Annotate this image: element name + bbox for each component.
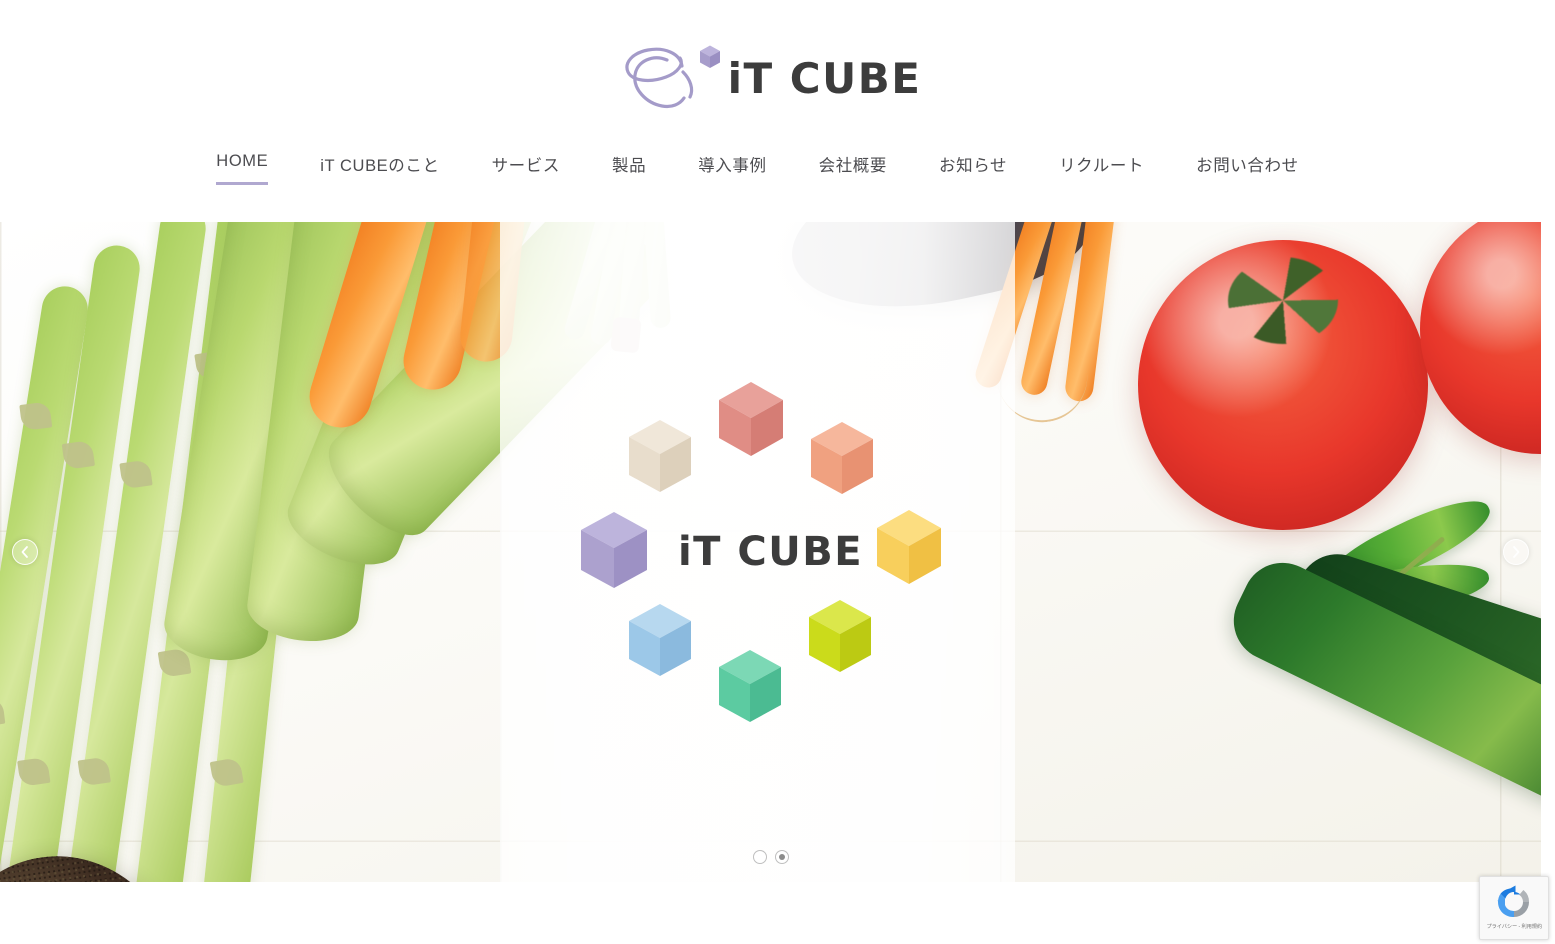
chevron-right-icon [1513,546,1520,558]
recaptcha-links[interactable]: プライバシー - 利用規約 [1486,922,1542,930]
recaptcha-privacy-link[interactable]: プライバシー [1486,924,1517,930]
slider-dot-1[interactable] [752,850,767,864]
page-root: iT CUBE HOME iT CUBEのこと サービス 製品 導入事例 会社概… [0,0,1555,944]
site-logo[interactable]: iT CUBE [0,40,1541,120]
site-header: iT CUBE HOME iT CUBEのこと サービス 製品 導入事例 会社概… [0,0,1541,222]
nav-item-about[interactable]: iT CUBEのこと [320,148,439,190]
nav-item-product[interactable]: 製品 [612,148,646,190]
scrollbar-gutter[interactable] [1541,0,1555,944]
slider-dot-2[interactable] [774,850,789,864]
recaptcha-badge[interactable]: プライバシー - 利用規約 [1479,876,1549,940]
recaptcha-logo-icon [1497,885,1530,918]
site-logo-text: iT CUBE [727,54,922,103]
hero-slider[interactable]: iT CUBE [0,222,1541,882]
tomato-stem [1227,257,1339,345]
content-area-below-hero [0,882,1541,944]
vegetable-tomato-large [1138,240,1428,530]
nav-item-service[interactable]: サービス [492,148,560,190]
slider-prev-button[interactable] [12,539,38,565]
hero-center-wash [500,222,1015,882]
nav-item-company[interactable]: 会社概要 [819,148,887,190]
nav-item-contact[interactable]: お問い合わせ [1196,148,1299,190]
nav-item-cases[interactable]: 導入事例 [698,148,766,190]
main-navigation: HOME iT CUBEのこと サービス 製品 導入事例 会社概要 お知らせ リ… [0,148,1541,190]
nav-item-recruit[interactable]: リクルート [1059,148,1144,190]
cursive-c-with-cube-logo-icon [620,41,724,119]
nav-item-home[interactable]: HOME [216,148,269,185]
recaptcha-terms-link[interactable]: 利用規約 [1521,924,1542,930]
slider-pagination [752,850,789,864]
slider-next-button[interactable] [1503,539,1529,565]
nav-item-news[interactable]: お知らせ [939,148,1007,190]
chevron-left-icon [21,546,28,558]
